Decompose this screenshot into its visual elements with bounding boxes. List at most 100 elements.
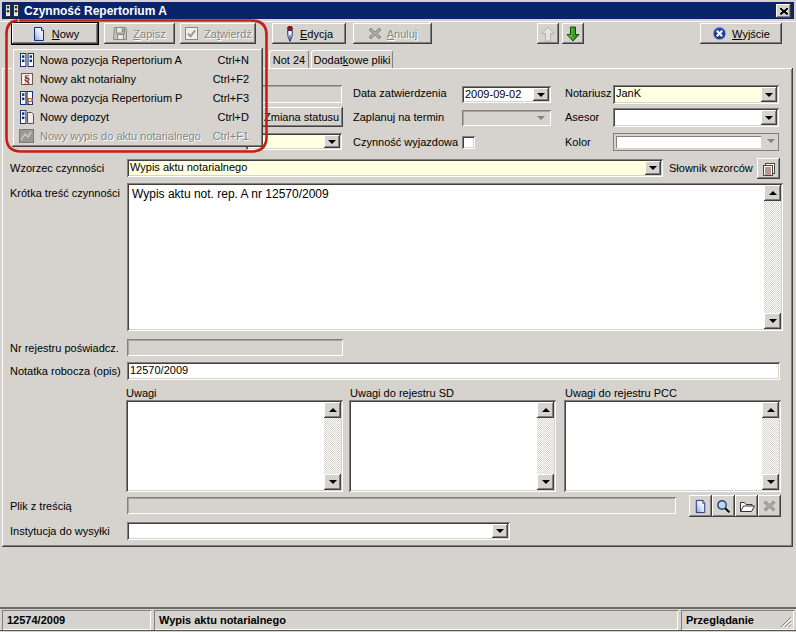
close-button[interactable]: [776, 4, 791, 18]
uwagi-pcc-label: Uwagi do rejestru PCC: [565, 387, 677, 399]
excerpt-icon: [18, 128, 35, 143]
uwagi-pcc-textarea[interactable]: [564, 400, 781, 492]
search-icon: [716, 499, 731, 514]
chevron-down-icon[interactable]: [645, 161, 661, 175]
uwagi-sd-label: Uwagi do rejestru SD: [350, 387, 454, 399]
instytucja-label: Instytucja do wysyłki: [10, 525, 110, 537]
data-zatwierdzenia-value: 2009-09-02: [465, 88, 521, 100]
scrollbar[interactable]: [537, 402, 554, 490]
exit-icon: [712, 26, 727, 41]
approve-button[interactable]: Zatwierdź: [180, 23, 256, 44]
krotka-label: Krótka treść czynności: [10, 187, 120, 199]
asesor-combo[interactable]: [613, 108, 779, 127]
arrow-up-icon: [541, 26, 555, 42]
plik-label: Plik z treścią: [10, 500, 72, 512]
scroll-up-icon[interactable]: [324, 402, 341, 418]
chevron-down-icon[interactable]: [324, 135, 340, 148]
exit-button-label: Wyjście: [732, 28, 770, 40]
statusbar-separator: [0, 607, 796, 609]
kolor-combo: [613, 133, 779, 151]
notatka-field[interactable]: 12570/2009: [127, 362, 780, 380]
notariusz-label: Notariusz: [565, 87, 611, 99]
new-document-icon: [693, 499, 708, 514]
slownik-button[interactable]: [757, 158, 780, 179]
menu-item-label: Nowy depozyt: [40, 111, 218, 123]
menu-item-nowa-pozycja-repertorium-p[interactable]: P Nowa pozycja Repertorium P Ctrl+F3: [14, 88, 261, 107]
move-up-button[interactable]: [537, 23, 559, 44]
krotka-textarea[interactable]: Wypis aktu not. rep. A nr 12570/2009: [127, 183, 783, 331]
uwagi-textarea[interactable]: [126, 400, 343, 492]
data-zatwierdzenia-combo[interactable]: 2009-09-02: [462, 86, 551, 103]
scroll-up-icon[interactable]: [764, 185, 781, 201]
edit-pen-icon: [285, 26, 295, 42]
save-button[interactable]: Zapisz: [104, 23, 175, 44]
cancel-button[interactable]: Anuluj: [353, 23, 432, 44]
asesor-label: Asesor: [565, 111, 599, 123]
toolbar-highlight: [0, 21, 796, 22]
open-file-button[interactable]: [735, 495, 758, 517]
scroll-down-icon[interactable]: [324, 474, 341, 490]
exit-button[interactable]: Wyjście: [700, 23, 782, 44]
approve-check-icon: [184, 26, 199, 41]
zaplanuj-combo: [462, 110, 551, 126]
menu-item-shortcut: Ctrl+F1: [213, 130, 249, 142]
wyjazdowa-checkbox[interactable]: [462, 136, 475, 149]
notatka-value: 12570/2009: [130, 364, 188, 376]
scroll-down-icon[interactable]: [537, 474, 554, 490]
scrollbar[interactable]: [762, 402, 779, 490]
zaplanuj-label: Zaplanuj na termin: [353, 111, 444, 123]
scroll-down-icon[interactable]: [762, 474, 779, 490]
window-title: Czynność Repertorium A: [24, 4, 167, 18]
menu-item-nowy-depozyt[interactable]: Nowy depozyt Ctrl+D: [14, 107, 261, 126]
save-icon: [113, 26, 128, 41]
scrollbar[interactable]: [764, 185, 781, 329]
kolor-label: Kolor: [565, 136, 591, 148]
cancel-x-icon: [368, 27, 382, 40]
menu-item-nowy-akt-notarialny[interactable]: § Nowy akt notarialny Ctrl+F2: [14, 69, 261, 88]
instytucja-combo[interactable]: [127, 522, 510, 540]
edit-button[interactable]: Edycja: [272, 23, 346, 44]
scrollbar[interactable]: [324, 402, 341, 490]
app-icon: [5, 4, 20, 17]
svg-text:§: §: [23, 72, 30, 86]
data-zatwierdzenia-label: Data zatwierdzenia: [353, 87, 447, 99]
dictionary-icon: [762, 162, 776, 176]
slownik-label: Słownik wzorców: [669, 162, 753, 174]
folder-open-icon: [739, 500, 755, 513]
chevron-down-icon[interactable]: [761, 87, 777, 102]
scroll-up-icon[interactable]: [762, 402, 779, 418]
notariusz-value: JanK: [616, 87, 641, 99]
statusbar-mode: Przeglądanie: [681, 610, 794, 630]
tab-dodatkowe-pliki[interactable]: Dodatkowe pliki: [311, 50, 393, 68]
menu-item-nowa-pozycja-repertorium-a[interactable]: Nowa pozycja Repertorium A Ctrl+N: [14, 50, 261, 69]
uwagi-sd-textarea[interactable]: [349, 400, 556, 492]
menu-item-nowy-wypis[interactable]: Nowy wypis do aktu notarialnego Ctrl+F1: [14, 126, 261, 145]
save-button-label: Zapisz: [133, 28, 165, 40]
nr-rejestru-field: [127, 339, 343, 356]
tab-not24-label: Not 24: [273, 54, 305, 66]
nr-rejestru-label: Nr rejestru poświadcz.: [10, 342, 119, 354]
new-button[interactable]: Nowy: [11, 22, 99, 45]
notariusz-combo[interactable]: JanK: [613, 85, 779, 104]
clear-file-button[interactable]: [758, 495, 781, 517]
scroll-up-icon[interactable]: [537, 402, 554, 418]
menu-item-label: Nowy akt notarialny: [40, 73, 213, 85]
repertorium-p-icon: P: [18, 90, 35, 105]
scroll-down-icon[interactable]: [764, 313, 781, 329]
tab-not24[interactable]: Not 24: [269, 50, 309, 68]
chevron-down-icon: [533, 112, 549, 124]
menu-item-label: Nowa pozycja Repertorium P: [40, 92, 213, 104]
new-button-label: Nowy: [52, 28, 80, 40]
notarial-act-icon: §: [18, 71, 35, 86]
view-file-button[interactable]: [712, 495, 735, 517]
menu-item-shortcut: Ctrl+F3: [213, 92, 249, 104]
chevron-down-icon[interactable]: [492, 524, 508, 538]
wzorzec-combo[interactable]: Wypis aktu notarialnego: [127, 159, 663, 177]
chevron-down-icon[interactable]: [761, 110, 777, 125]
move-down-button[interactable]: [562, 23, 584, 44]
statusbar-mode-text: Przeglądanie: [686, 614, 754, 626]
new-file-button[interactable]: [689, 495, 712, 517]
chevron-down-icon[interactable]: [533, 88, 549, 101]
menu-item-shortcut: Ctrl+N: [218, 54, 249, 66]
edit-button-label: Edycja: [300, 28, 333, 40]
